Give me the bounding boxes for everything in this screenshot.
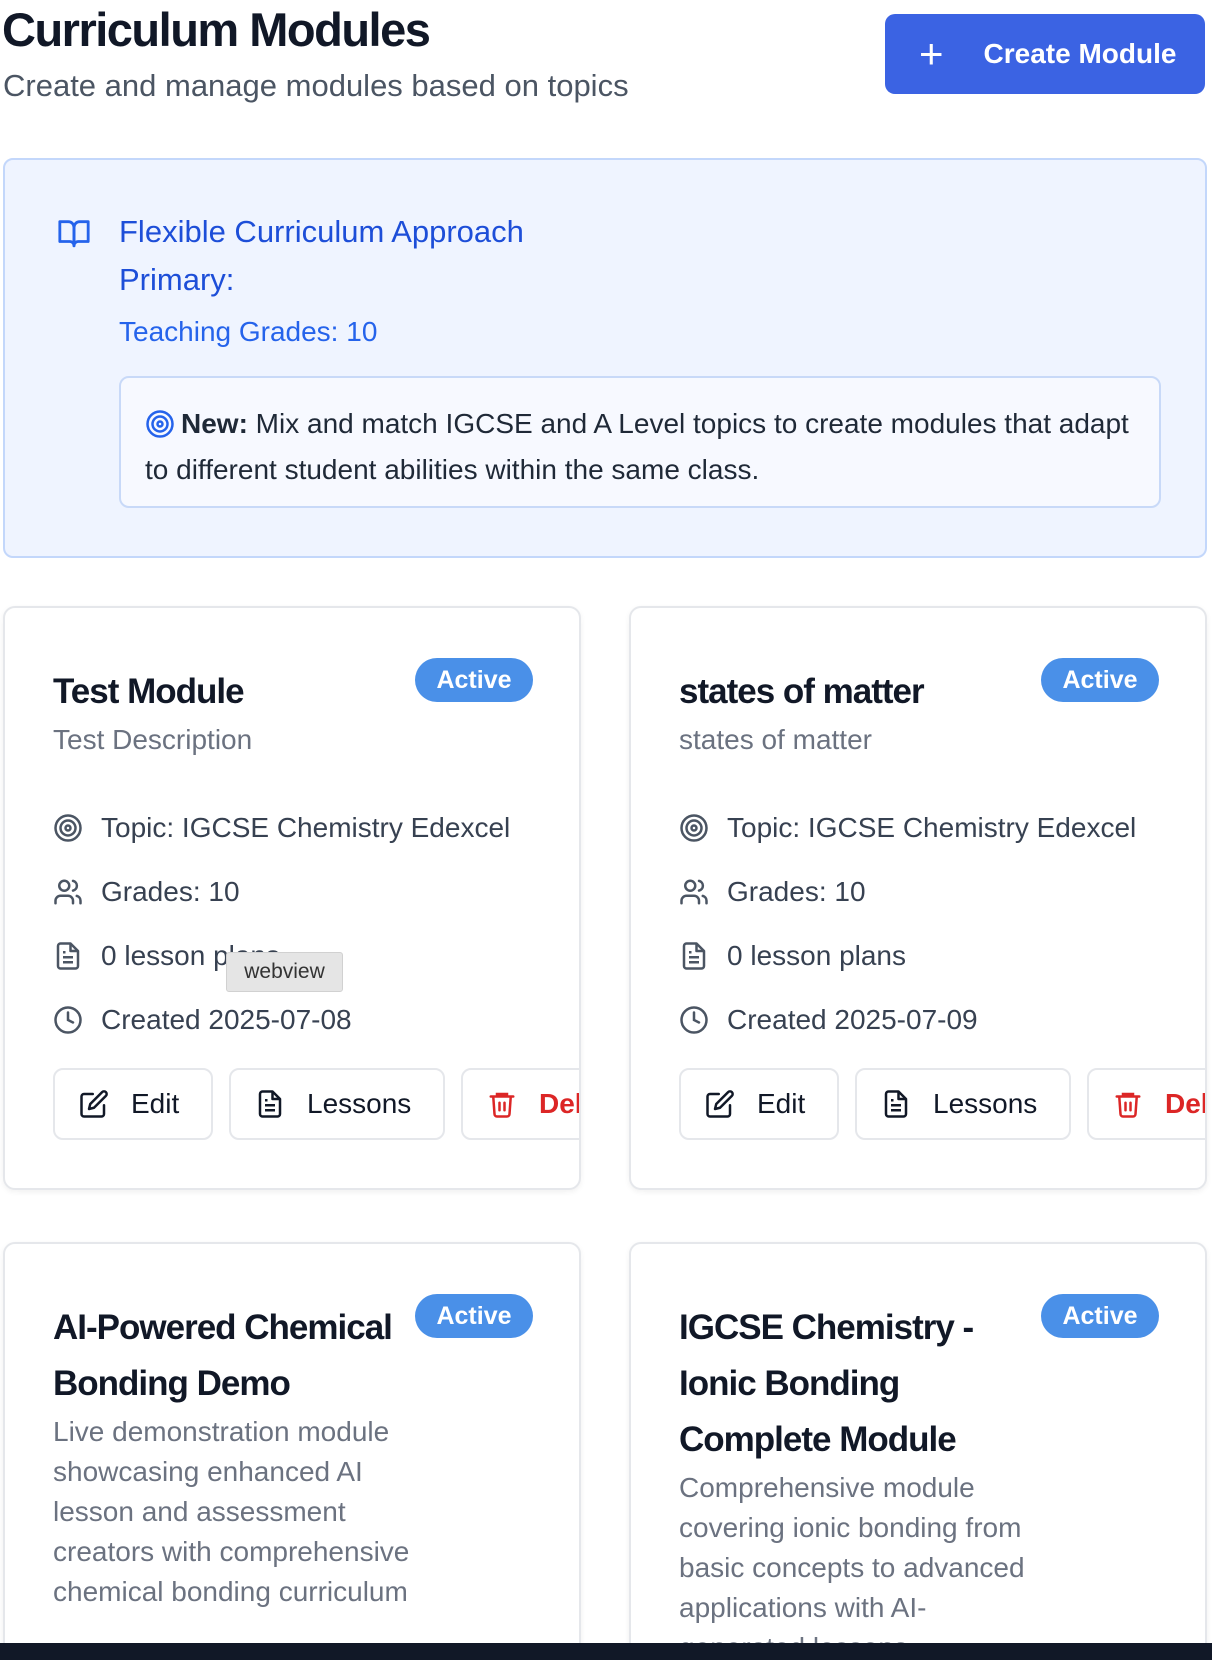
lessons-label: Lessons [933, 1088, 1038, 1119]
module-card: IGCSE Chemistry - Ionic Bonding Complete… [629, 1242, 1207, 1643]
info-note-text: Mix and match IGCSE and A Level topics t… [145, 408, 1129, 485]
module-title: states of matter [679, 672, 925, 711]
module-actions: Edit Lessons Delete [53, 1068, 581, 1140]
module-description: states of matter [679, 724, 872, 755]
delete-label: Delete [1165, 1088, 1207, 1119]
create-module-label: Create Module [983, 38, 1177, 69]
module-title: Test Module [53, 672, 245, 711]
module-created: Created 2025-07-09 [679, 1000, 978, 1040]
info-teaching-grades: Teaching Grades: 10 [119, 316, 378, 347]
page: Curriculum Modules Create and manage mod… [0, 0, 1212, 1643]
status-badge: Active [415, 658, 533, 702]
edit-icon [706, 1090, 734, 1118]
delete-button[interactable]: Delete [461, 1068, 581, 1140]
info-note-label: New: [181, 408, 248, 439]
file-text-icon [258, 1090, 282, 1118]
lessons-label: Lessons [307, 1088, 412, 1119]
file-text-icon [884, 1090, 908, 1118]
lessons-button[interactable]: Lessons [855, 1068, 1071, 1140]
lessons-button[interactable]: Lessons [229, 1068, 445, 1140]
clock-icon [54, 1006, 82, 1034]
module-lesson-plans: 0 lesson plans [679, 936, 906, 976]
page-title: Curriculum Modules [2, 3, 431, 56]
info-note: New: Mix and match IGCSE and A Level top… [119, 376, 1161, 508]
module-card: Test Module Active Test Description Topi… [3, 606, 581, 1190]
module-description: Comprehensive module covering ionic bond… [679, 1472, 1025, 1643]
module-grades-text: Grades: 10 [101, 876, 240, 907]
status-badge: Active [1041, 658, 1159, 702]
status-badge: Active [1041, 1294, 1159, 1338]
tooltip: webview [226, 952, 343, 992]
module-created: Created 2025-07-08 [53, 1000, 352, 1040]
info-primary: Primary: [119, 262, 235, 297]
module-title: AI-Powered Chemical Bonding Demo [53, 1308, 393, 1403]
module-created-text: Created 2025-07-08 [101, 1004, 352, 1035]
page-subtitle: Create and manage modules based on topic… [3, 68, 629, 103]
edit-label: Edit [757, 1088, 806, 1119]
book-open-icon [55, 216, 93, 255]
module-description: Test Description [53, 724, 253, 755]
create-module-button[interactable]: + Create Module [885, 14, 1205, 94]
module-topic-text: Topic: IGCSE Chemistry Edexcel [101, 812, 511, 843]
users-icon [54, 879, 82, 905]
module-lesson-plans-text: 0 lesson plans [727, 940, 907, 971]
file-text-icon [56, 942, 80, 970]
info-heading: Flexible Curriculum Approach [119, 214, 524, 249]
trash-icon [1115, 1092, 1141, 1118]
module-topic: Topic: IGCSE Chemistry Edexcel [53, 808, 510, 848]
delete-button[interactable]: Delete [1087, 1068, 1207, 1140]
module-card: states of matter Active states of matter… [629, 606, 1207, 1190]
module-grades-text: Grades: 10 [727, 876, 866, 907]
module-actions: Edit Lessons Delete [679, 1068, 1207, 1140]
clock-icon [680, 1006, 708, 1034]
edit-button[interactable]: Edit [679, 1068, 839, 1140]
plus-icon: + [919, 30, 944, 77]
trash-icon [489, 1092, 515, 1118]
module-grades: Grades: 10 [679, 872, 866, 912]
delete-label: Delete [539, 1088, 581, 1119]
users-icon [680, 879, 708, 905]
status-badge: Active [415, 1294, 533, 1338]
module-title: IGCSE Chemistry - Ionic Bonding Complete… [679, 1308, 974, 1459]
module-topic-text: Topic: IGCSE Chemistry Edexcel [727, 812, 1137, 843]
module-grades: Grades: 10 [53, 872, 240, 912]
module-created-text: Created 2025-07-09 [727, 1004, 978, 1035]
module-description: Live demonstration module showcasing enh… [53, 1416, 410, 1607]
module-card: AI-Powered Chemical Bonding Demo Active … [3, 1242, 581, 1643]
module-topic: Topic: IGCSE Chemistry Edexcel [679, 808, 1136, 848]
target-icon [145, 409, 175, 450]
file-text-icon [682, 942, 706, 970]
edit-label: Edit [131, 1088, 180, 1119]
target-icon [54, 814, 82, 842]
target-icon [680, 814, 708, 842]
edit-button[interactable]: Edit [53, 1068, 213, 1140]
curriculum-info-panel: Flexible Curriculum Approach Primary: Te… [3, 158, 1207, 558]
edit-icon [80, 1090, 108, 1118]
